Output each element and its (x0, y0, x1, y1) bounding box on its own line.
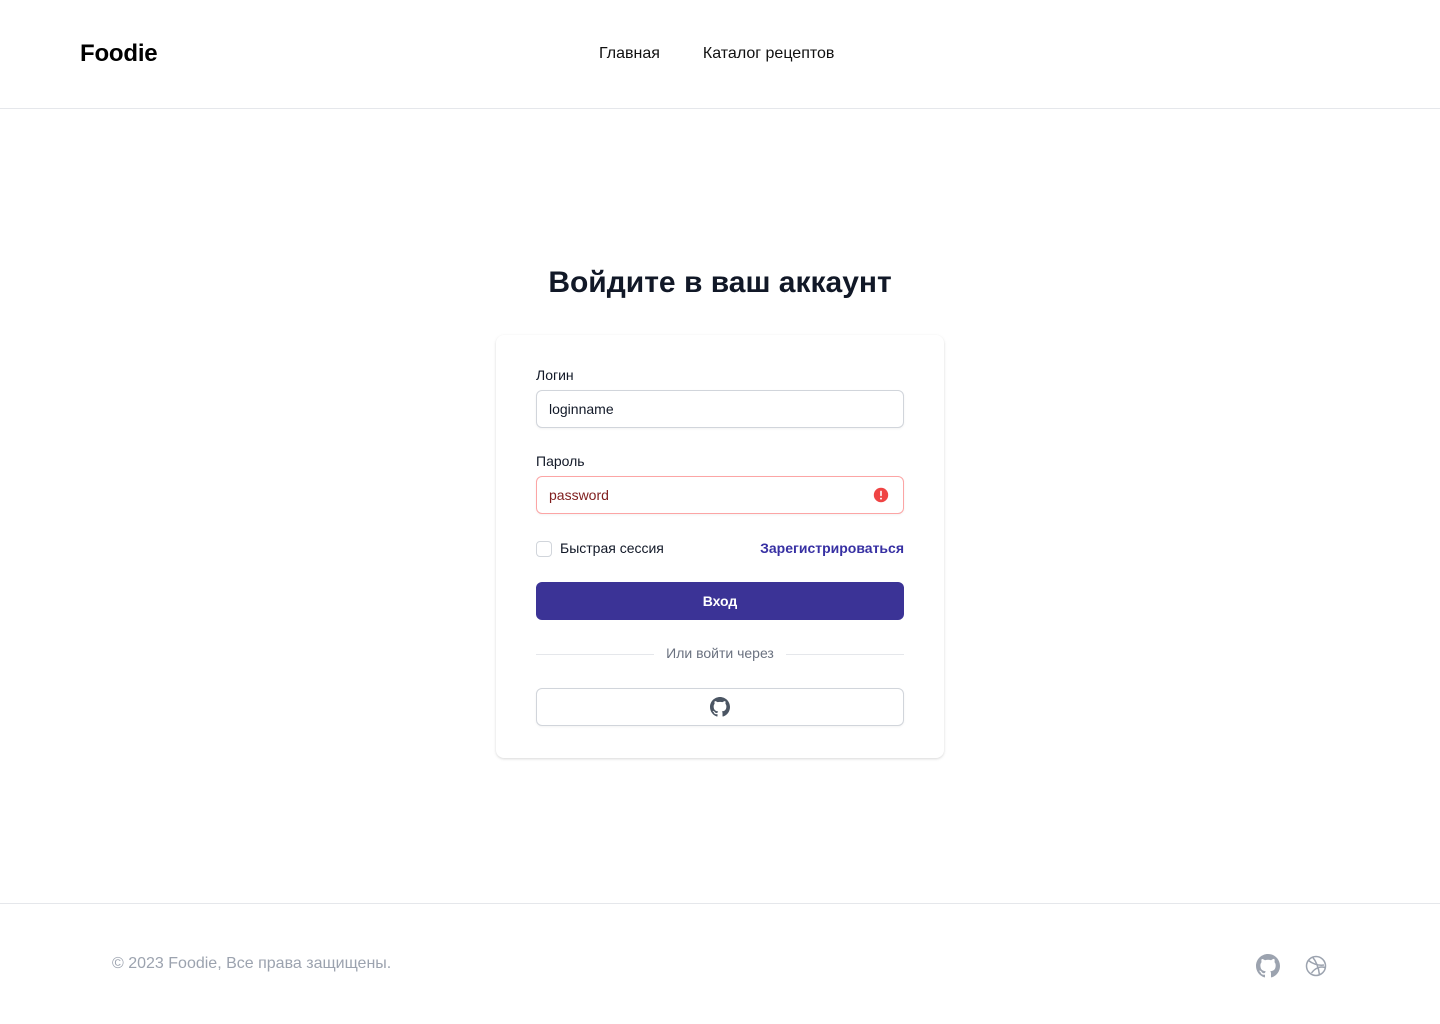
site-footer: © 2023 Foodie, Все права защищены. (0, 903, 1440, 1024)
quick-session-label[interactable]: Быстрая сессия (560, 540, 664, 556)
error-icon (873, 487, 889, 503)
login-card: Логин loginname Пароль password Быстрая … (496, 335, 944, 758)
password-input-value: password (549, 487, 609, 503)
password-label: Пароль (536, 453, 585, 469)
login-label: Логин (536, 367, 574, 383)
password-input[interactable]: password (536, 476, 904, 514)
login-input[interactable]: loginname (536, 390, 904, 428)
github-icon (710, 697, 730, 717)
page-title: Войдите в ваш аккаунт (548, 266, 892, 299)
footer-social-links (1256, 954, 1328, 978)
login-input-value: loginname (549, 401, 614, 417)
divider-text: Или войти через (666, 645, 774, 661)
login-submit-button[interactable]: Вход (536, 582, 904, 620)
main-nav: Главная Каталог рецептов (599, 45, 834, 63)
quick-session-checkbox[interactable] (536, 541, 552, 557)
nav-link-recipe-catalog[interactable]: Каталог рецептов (703, 45, 835, 63)
site-header: Foodie Главная Каталог рецептов (0, 0, 1440, 109)
dribbble-icon (1305, 955, 1327, 977)
register-link[interactable]: Зарегистрироваться (760, 540, 904, 556)
remember-row: Быстрая сессия Зарегистрироваться (536, 539, 904, 559)
copyright-text: © 2023 Foodie, Все права защищены. (112, 955, 392, 972)
github-login-button[interactable] (536, 688, 904, 726)
github-icon (1256, 954, 1280, 978)
footer-github-link[interactable] (1256, 954, 1280, 978)
divider-line-right (786, 654, 904, 655)
logo[interactable]: Foodie (80, 40, 158, 68)
footer-dribbble-link[interactable] (1304, 954, 1328, 978)
oauth-divider: Или войти через (536, 644, 904, 664)
nav-link-home[interactable]: Главная (599, 45, 660, 63)
